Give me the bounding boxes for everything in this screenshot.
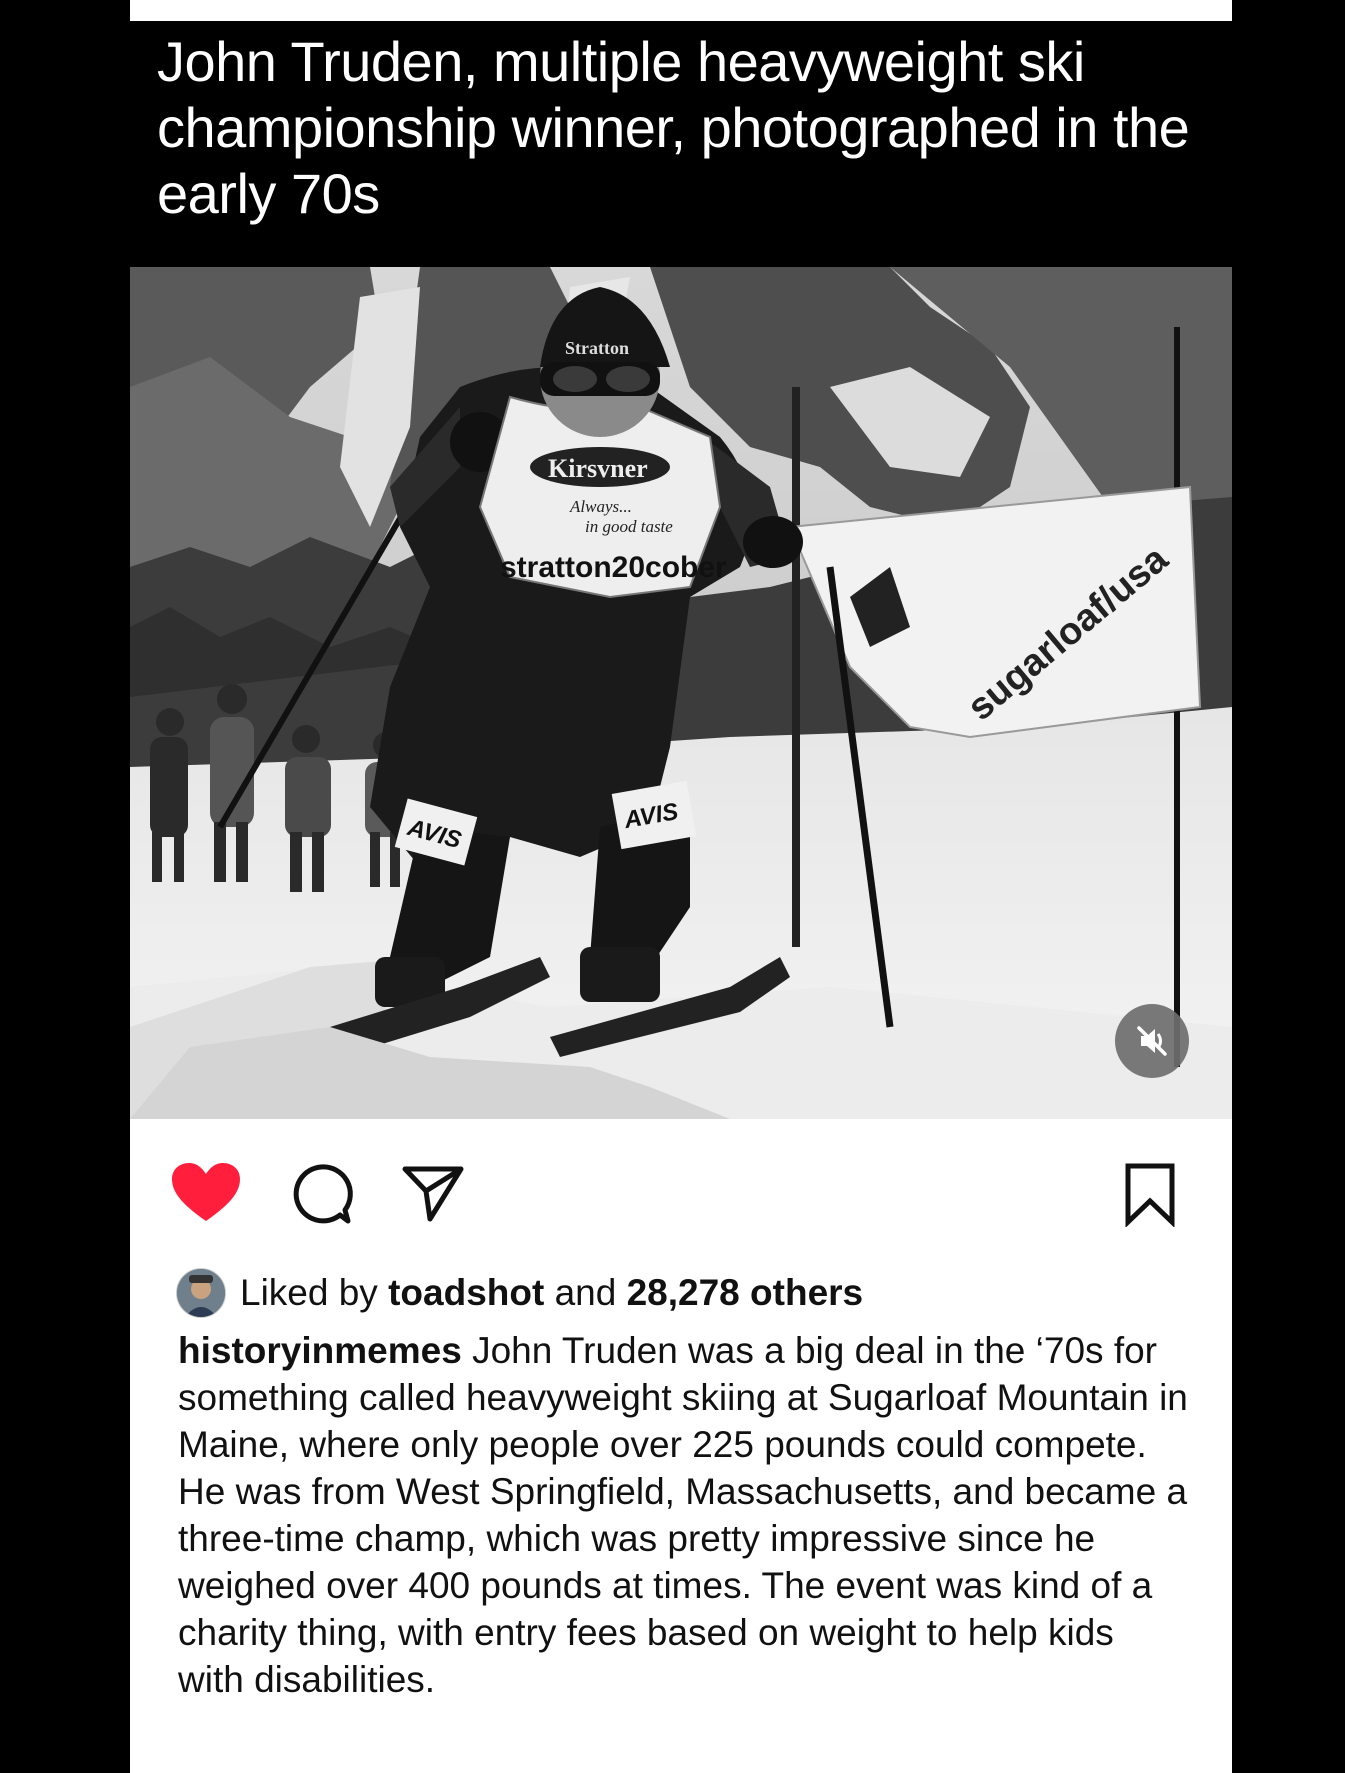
bookmark-icon [1125,1163,1175,1228]
share-button[interactable] [400,1161,466,1227]
avatar-image [177,1269,225,1317]
likes-and-label: and [554,1272,617,1313]
likes-text: Liked by toadshot and 28,278 others [240,1272,863,1314]
hat-text: Stratton [565,338,629,358]
liked-by-label: Liked by [240,1272,378,1313]
meme-caption: John Truden, multiple heavyweight ski ch… [157,30,1190,225]
heart-icon [172,1163,240,1221]
post-caption-text: John Truden was a big deal in the ‘70s f… [178,1330,1188,1700]
liker-avatar[interactable] [176,1268,226,1318]
post-photo[interactable]: sugarloaf/usa Kirsvner Always... in good… [130,267,1232,1119]
post-author-username[interactable]: historyinmemes [178,1330,462,1371]
post-action-bar [130,1119,1232,1269]
save-button[interactable] [1120,1161,1180,1228]
top-strip [130,0,1232,21]
mute-toggle-button[interactable] [1115,1004,1189,1078]
send-icon [402,1166,464,1222]
meme-caption-block: John Truden, multiple heavyweight ski ch… [130,21,1232,267]
likes-count-link[interactable]: 28,278 others [627,1272,864,1313]
muted-speaker-icon [1137,1026,1167,1056]
bib-event-text: stratton20cober [500,551,727,584]
comment-button[interactable] [288,1162,354,1228]
comment-icon [293,1164,353,1224]
instagram-post: John Truden, multiple heavyweight ski ch… [130,0,1232,1773]
skier-photo: sugarloaf/usa Kirsvner Always... in good… [130,267,1232,1119]
bib-slogan-1: Always... [569,497,632,516]
bib-brand-text: Kirsvner [548,454,648,483]
likes-summary: Liked by toadshot and 28,278 others [176,1268,1216,1318]
like-button[interactable] [170,1161,242,1225]
bib-slogan-2: in good taste [585,517,673,536]
liked-by-user-link[interactable]: toadshot [388,1272,544,1313]
post-caption: historyinmemes John Truden was a big dea… [178,1327,1188,1703]
